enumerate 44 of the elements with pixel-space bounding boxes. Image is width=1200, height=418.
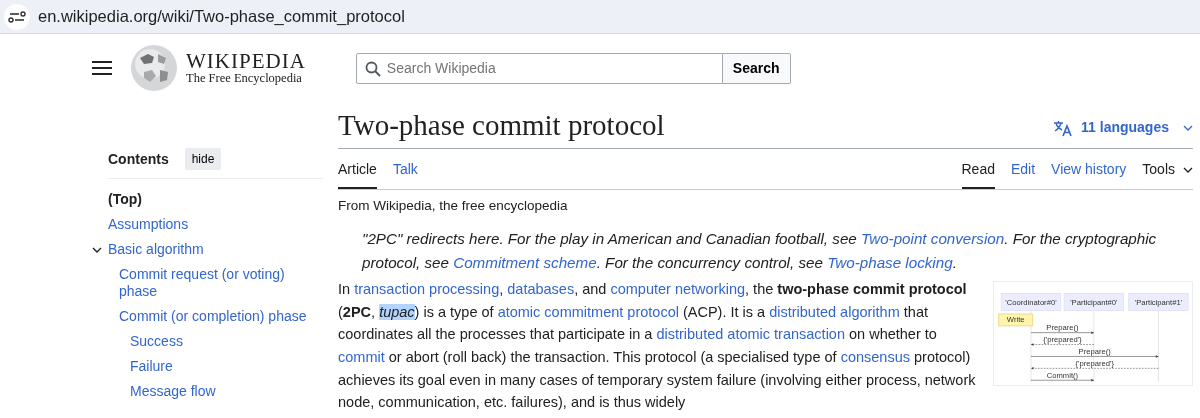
text-link[interactable]: commit	[338, 349, 385, 366]
page-tab[interactable]: Talk	[392, 153, 418, 189]
text-link[interactable]: distributed algorithm	[769, 303, 900, 320]
toc-link[interactable]: Commit request (or voting) phase	[119, 266, 323, 300]
site-tagline: From Wikipedia, the free encyclopedia	[338, 197, 569, 215]
participant-box: 'Coordinator#0'	[1000, 293, 1062, 312]
wordmark: WIKIPEDIA	[186, 50, 306, 72]
toc-link[interactable]: Success	[130, 333, 183, 350]
message-label: Prepare()	[1046, 323, 1079, 333]
toc-heading: Contents	[108, 149, 169, 169]
page-tab[interactable]: View history	[1051, 153, 1127, 189]
note-box: Write	[998, 313, 1034, 327]
hatnote: "2PC" redirects here. For the play in American and Canadian football, see Two-point conversion. For the cryptographic protocol, see Commitment scheme. For the concurrency control, see Two-phase locking.	[360, 229, 1158, 273]
toc-link[interactable]: (Top)	[108, 191, 142, 208]
text-link[interactable]: atomic commitment protocol	[497, 303, 679, 320]
search-field[interactable]: Search Wikipedia	[355, 52, 723, 84]
message-label: {'prepared'}	[1075, 359, 1114, 369]
hide-button[interactable]: hide	[184, 148, 222, 170]
toc-link[interactable]: Commit (or completion) phase	[119, 308, 307, 325]
text-link[interactable]: Two-point conversion	[861, 230, 1005, 248]
page-tab[interactable]: Edit	[1010, 153, 1036, 189]
message-label: Prepare()	[1078, 347, 1111, 357]
message-label: Commit()	[1046, 370, 1079, 380]
participant-box: 'Participant#0'	[1063, 293, 1124, 312]
tools-menu[interactable]: Tools	[1142, 153, 1193, 189]
article-paragraph: In transaction processing, databases, and computer networking, the two-phase commit protocol (2PC, tupac) is a type of atomic commitment protocol (ACP). It is a distributed algorithm that coordinates all the processes that participate in a distributed atomic transaction on whether to commit or abort (roll back) the transaction. This protocol (a specialised type of consensus protocol) achieves its goal even in many cases of temporary system failure (involving either process, network node, communication, etc. failures), and is thus widely	[338, 280, 977, 413]
toc-link[interactable]: Basic algorithm	[108, 241, 204, 258]
selected-text: tupac	[379, 303, 415, 320]
logo-tagline: The Free Encyclopedia	[186, 71, 303, 86]
toc-link[interactable]: Assumptions	[108, 216, 189, 233]
text-link[interactable]: distributed atomic transaction	[656, 326, 845, 343]
text-link[interactable]: consensus	[840, 349, 910, 366]
participant-box: 'Participant#1'	[1128, 293, 1189, 312]
languages-button[interactable]: 11 languages	[1053, 117, 1193, 140]
text-link[interactable]: Two-phase locking	[827, 253, 953, 271]
page-tab[interactable]: Article	[338, 153, 377, 189]
toc-link[interactable]: Failure	[130, 358, 173, 375]
page-title: Two-phase commit protocol	[338, 111, 665, 140]
text-link[interactable]: computer networking	[610, 281, 746, 298]
page-tab[interactable]: Read	[961, 153, 995, 189]
message-label: {'prepared'}	[1043, 335, 1082, 345]
search-button[interactable]: Search	[722, 52, 791, 84]
toc-link[interactable]: Message flow	[130, 383, 216, 400]
text-link[interactable]: Commitment scheme	[453, 253, 597, 271]
